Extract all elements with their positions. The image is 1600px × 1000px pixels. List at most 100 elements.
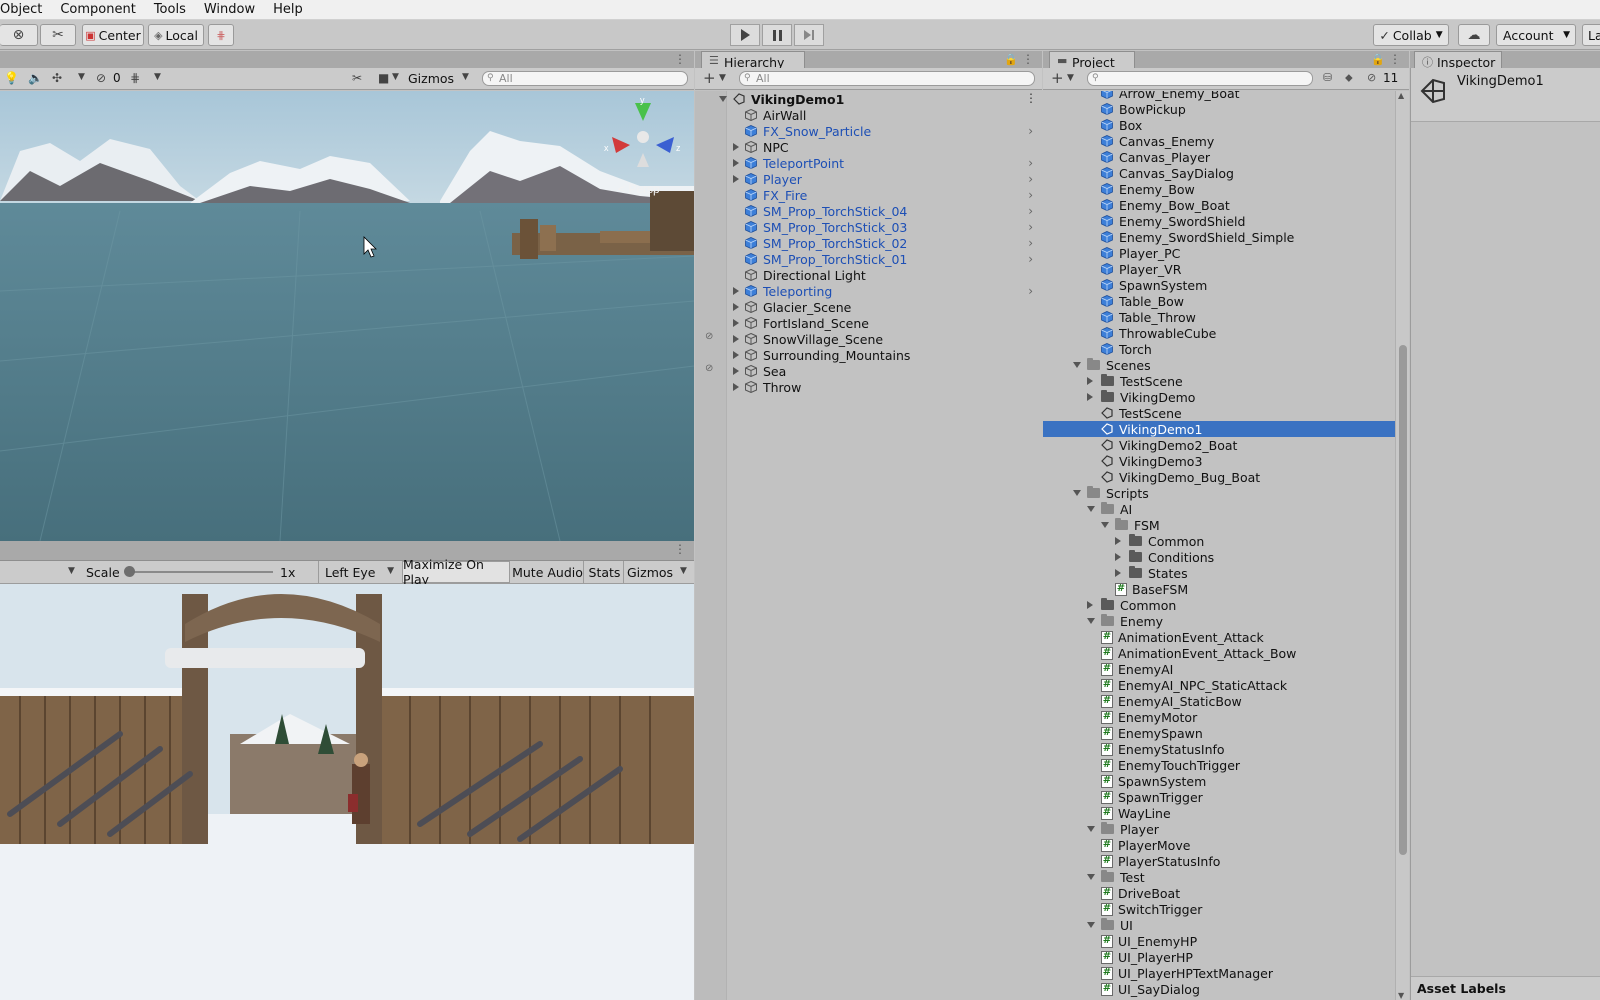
step-button[interactable] [794, 24, 824, 46]
scene-asset[interactable]: TestScene [1043, 405, 1395, 421]
script-asset[interactable]: # AnimationEvent_Attack_Bow [1043, 645, 1395, 661]
expand-arrow-icon[interactable] [1087, 922, 1095, 928]
project-scrollbar[interactable]: ▲ ▼ [1395, 91, 1409, 1000]
expand-arrow-icon[interactable] [1115, 537, 1121, 545]
lighting-icon[interactable]: 💡 [4, 71, 19, 85]
expand-arrow-icon[interactable] [733, 335, 739, 343]
chevron-down-icon[interactable]: ▼ [1067, 73, 1074, 83]
more-options-icon[interactable]: ⋮ [1389, 52, 1401, 66]
open-prefab-chevron-icon[interactable]: › [1028, 220, 1033, 234]
scale-slider-thumb[interactable] [124, 566, 135, 577]
folder-item[interactable]: UI [1043, 917, 1395, 933]
hierarchy-item[interactable]: Glacier_Scene [733, 299, 1039, 315]
custom-tool-button[interactable]: ✂ [40, 24, 76, 46]
prefab-asset[interactable]: SpawnSystem [1043, 277, 1395, 293]
expand-arrow-icon[interactable] [1101, 522, 1109, 528]
open-prefab-chevron-icon[interactable]: › [1028, 156, 1033, 170]
expand-arrow-icon[interactable] [733, 175, 739, 183]
prefab-asset[interactable]: Torch [1043, 341, 1395, 357]
chevron-down-icon[interactable]: ▼ [78, 72, 85, 82]
add-icon[interactable]: + [703, 69, 716, 87]
game-gizmos-toggle[interactable]: Gizmos [626, 561, 674, 583]
hierarchy-item[interactable]: FX_Fire › [733, 187, 1039, 203]
hidden-objects-icon[interactable]: ⊘ [96, 71, 106, 85]
menu-window[interactable]: Window [204, 2, 263, 17]
hierarchy-item[interactable]: AirWall [733, 107, 1039, 123]
mute-audio-toggle[interactable]: Mute Audio [512, 561, 584, 583]
hierarchy-item[interactable]: FortIsland_Scene [733, 315, 1039, 331]
scene-viewport[interactable]: y x z < Persp [0, 91, 694, 541]
folder-item[interactable]: Scripts [1043, 485, 1395, 501]
hierarchy-item[interactable]: Throw [733, 379, 1039, 395]
expand-arrow-icon[interactable] [1073, 362, 1081, 368]
script-asset[interactable]: # EnemyStatusInfo [1043, 741, 1395, 757]
prefab-asset[interactable]: Player_PC [1043, 245, 1395, 261]
more-options-icon[interactable]: ⋮ [674, 52, 686, 66]
hierarchy-search-input[interactable]: ⚲ All [739, 71, 1035, 86]
expand-arrow-icon[interactable] [1115, 553, 1121, 561]
open-prefab-chevron-icon[interactable]: › [1028, 124, 1033, 138]
script-asset[interactable]: # UI_PlayerHP [1043, 949, 1395, 965]
hierarchy-item[interactable]: SnowVillage_Scene [733, 331, 1039, 347]
chevron-down-icon[interactable]: ▼ [154, 72, 161, 82]
scene-visibility-icon[interactable]: ⊘ [705, 331, 713, 342]
folder-item[interactable]: AI [1043, 501, 1395, 517]
folder-item[interactable]: Player [1043, 821, 1395, 837]
chevron-down-icon[interactable]: ▼ [68, 566, 75, 576]
more-options-icon[interactable]: ⋮ [1025, 91, 1037, 105]
script-asset[interactable]: # EnemyAI_NPC_StaticAttack [1043, 677, 1395, 693]
expand-arrow-icon[interactable] [733, 143, 739, 151]
hierarchy-item[interactable]: Directional Light [733, 267, 1039, 283]
maximize-on-play-toggle[interactable]: Maximize On Play [402, 557, 510, 587]
script-asset[interactable]: # SpawnTrigger [1043, 789, 1395, 805]
hidden-packages-icon[interactable]: ⊘ [1367, 71, 1376, 84]
open-prefab-chevron-icon[interactable]: › [1028, 236, 1033, 250]
lock-icon[interactable]: 🔒 [1371, 53, 1385, 66]
prefab-asset[interactable]: BowPickup [1043, 101, 1395, 117]
prefab-asset[interactable]: Table_Throw [1043, 309, 1395, 325]
folder-item[interactable]: Test [1043, 869, 1395, 885]
tools-icon[interactable]: ✂ [352, 71, 362, 85]
scene-asset[interactable]: VikingDemo3 [1043, 453, 1395, 469]
hierarchy-item[interactable]: Player › [733, 171, 1039, 187]
gizmos-button[interactable]: Gizmos [408, 71, 454, 86]
script-asset[interactable]: # EnemyAI [1043, 661, 1395, 677]
scrollbar-thumb[interactable] [1399, 345, 1407, 855]
menu-object[interactable]: Object [0, 2, 50, 17]
expand-arrow-icon[interactable] [1087, 393, 1093, 401]
prefab-asset[interactable]: Enemy_Bow [1043, 181, 1395, 197]
asset-labels-bar[interactable]: Asset Labels [1411, 976, 1600, 1000]
chevron-down-icon[interactable]: ▼ [392, 72, 399, 82]
expand-arrow-icon[interactable] [733, 287, 739, 295]
camera-icon[interactable]: ■ [378, 71, 389, 85]
expand-arrow-icon[interactable] [719, 96, 727, 102]
cloud-button[interactable]: ☁ [1458, 24, 1490, 46]
hierarchy-item[interactable]: FX_Snow_Particle › [733, 123, 1039, 139]
script-asset[interactable]: # DriveBoat [1043, 885, 1395, 901]
expand-arrow-icon[interactable] [733, 159, 739, 167]
expand-arrow-icon[interactable] [1087, 506, 1095, 512]
hierarchy-item[interactable]: SM_Prop_TorchStick_04 › [733, 203, 1039, 219]
script-asset[interactable]: # PlayerStatusInfo [1043, 853, 1395, 869]
collab-dropdown[interactable]: ✓ Collab ▼ [1373, 24, 1449, 46]
expand-arrow-icon[interactable] [733, 367, 739, 375]
prefab-asset[interactable]: Canvas_SayDialog [1043, 165, 1395, 181]
expand-arrow-icon[interactable] [1073, 490, 1081, 496]
more-options-icon[interactable]: ⋮ [674, 542, 686, 556]
expand-arrow-icon[interactable] [1087, 601, 1093, 609]
open-prefab-chevron-icon[interactable]: › [1028, 188, 1033, 202]
expand-arrow-icon[interactable] [1087, 618, 1095, 624]
script-asset[interactable]: # BaseFSM [1043, 581, 1395, 597]
project-search-input[interactable]: ⚲ [1087, 71, 1313, 86]
prefab-asset[interactable]: Arrow_Enemy_Boat [1043, 91, 1395, 101]
hierarchy-item[interactable]: NPC [733, 139, 1039, 155]
script-asset[interactable]: # WayLine [1043, 805, 1395, 821]
label-icon[interactable]: ⬥ [1345, 71, 1353, 85]
hierarchy-item[interactable]: SM_Prop_TorchStick_02 › [733, 235, 1039, 251]
expand-arrow-icon[interactable] [733, 303, 739, 311]
folder-item[interactable]: Common [1043, 533, 1395, 549]
open-prefab-chevron-icon[interactable]: › [1028, 284, 1033, 298]
hierarchy-item[interactable]: Sea [733, 363, 1039, 379]
eye-dropdown[interactable]: Left Eye ▼ [318, 561, 398, 583]
chevron-down-icon[interactable]: ▼ [462, 72, 469, 82]
